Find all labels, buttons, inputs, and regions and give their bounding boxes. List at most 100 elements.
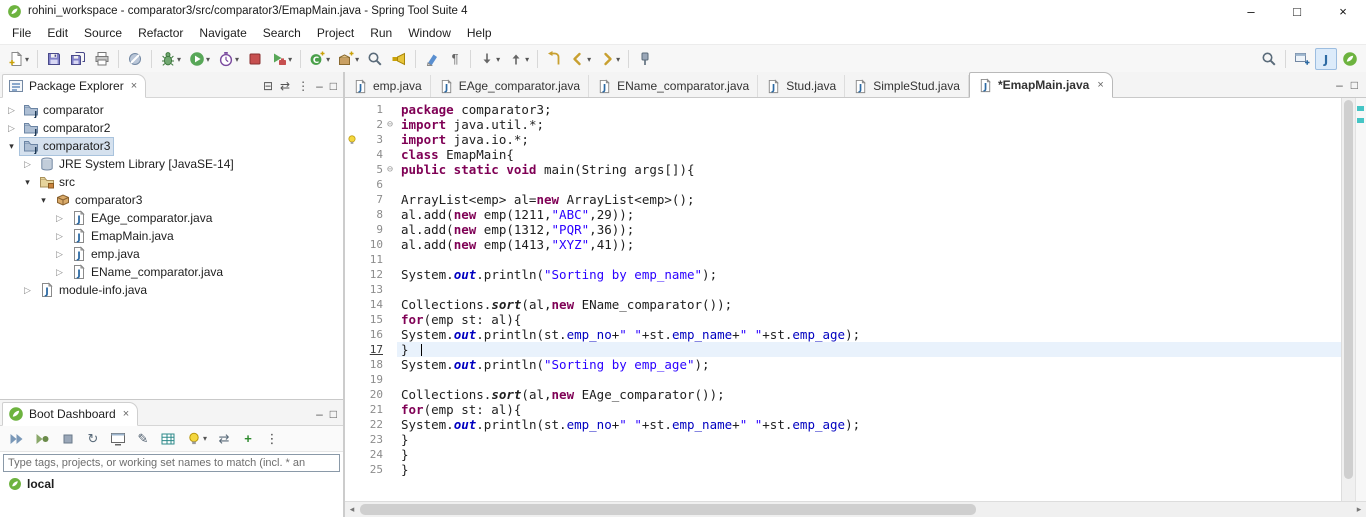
code-line-text[interactable]: System.out.println("Sorting by emp_age")… bbox=[397, 357, 1341, 372]
code-line[interactable]: 3 import java.io.*; bbox=[345, 132, 1341, 147]
bd-restart-button[interactable]: ↻ bbox=[83, 428, 103, 450]
line-number[interactable]: 5 bbox=[359, 162, 383, 177]
editor-tab-emp-java[interactable]: Jemp.java bbox=[345, 75, 431, 97]
line-number[interactable]: 24 bbox=[359, 447, 383, 462]
horizontal-scrollbar[interactable]: ◂ ▸ bbox=[345, 501, 1366, 517]
dropdown-arrow-icon[interactable]: ▾ bbox=[206, 55, 210, 64]
collapse-all-icon[interactable]: ⊟ bbox=[263, 80, 273, 92]
menu-search[interactable]: Search bbox=[255, 24, 309, 42]
horizontal-scrollbar-thumb[interactable] bbox=[360, 504, 976, 515]
code-line[interactable]: 18 System.out.println("Sorting by emp_age… bbox=[345, 357, 1341, 372]
editor-tab-simplestud-java[interactable]: J SimpleStud.java bbox=[845, 75, 969, 97]
expanded-arrow-icon[interactable]: ▾ bbox=[36, 195, 51, 206]
bd-link-button[interactable]: ⇄ bbox=[214, 428, 234, 450]
bd-view-menu-button[interactable]: ⋮ bbox=[262, 428, 282, 450]
collapsed-arrow-icon[interactable]: ▷ bbox=[52, 213, 67, 224]
run-external-tools-button[interactable]: ▾ bbox=[268, 48, 295, 70]
code-line-text[interactable]: } bbox=[397, 447, 1341, 462]
java-search-button[interactable] bbox=[388, 48, 410, 70]
collapsed-arrow-icon[interactable]: ▷ bbox=[20, 285, 35, 296]
new-java-package-button[interactable]: ▾ bbox=[335, 48, 362, 70]
new-java-class-button[interactable]: C ▾ bbox=[306, 48, 333, 70]
code-line[interactable]: 7 ArrayList<emp> al=new ArrayList<emp>(); bbox=[345, 192, 1341, 207]
line-number[interactable]: 13 bbox=[359, 282, 383, 297]
print-button[interactable] bbox=[91, 48, 113, 70]
line-number[interactable]: 10 bbox=[359, 237, 383, 252]
maximize-view-icon[interactable]: □ bbox=[330, 80, 337, 92]
boot-target-local[interactable]: local bbox=[0, 474, 343, 493]
mark-occurrences-button[interactable] bbox=[421, 48, 443, 70]
run-button[interactable]: ▾ bbox=[186, 48, 213, 70]
line-number[interactable]: 20 bbox=[359, 387, 383, 402]
bd-add-button[interactable]: + bbox=[238, 428, 258, 450]
profile-button[interactable]: ▾ bbox=[215, 48, 242, 70]
line-number[interactable]: 21 bbox=[359, 402, 383, 417]
expanded-arrow-icon[interactable]: ▾ bbox=[20, 177, 35, 188]
bd-properties-grid-button[interactable] bbox=[157, 428, 179, 450]
code-line[interactable]: 5 ⊖ public static void main(String args[])… bbox=[345, 162, 1341, 177]
tree-item-emapmain-java[interactable]: ▷ J EmapMain.java bbox=[0, 227, 343, 245]
code-line-text[interactable]: ArrayList<emp> al=new ArrayList<emp>(); bbox=[397, 192, 1341, 207]
menu-edit[interactable]: Edit bbox=[39, 24, 76, 42]
next-annotation-button[interactable]: ▾ bbox=[476, 48, 503, 70]
code-line[interactable]: 22 System.out.println(st.emp_no+" "+st.em… bbox=[345, 417, 1341, 432]
back-button[interactable]: ▾ bbox=[567, 48, 594, 70]
code-line-text[interactable]: System.out.println("Sorting by emp_name"… bbox=[397, 267, 1341, 282]
tree-item-eage-comparator-java[interactable]: ▷ J EAge_comparator.java bbox=[0, 209, 343, 227]
java-perspective-button[interactable]: J bbox=[1315, 48, 1337, 70]
line-number[interactable]: 16 bbox=[359, 327, 383, 342]
line-number[interactable]: 18 bbox=[359, 357, 383, 372]
bd-edit-config-button[interactable]: ✎ bbox=[133, 428, 153, 450]
editor-tab-stud-java[interactable]: J Stud.java bbox=[758, 75, 846, 97]
tree-item-comparator3[interactable]: ▾ Jcomparator3 bbox=[0, 136, 343, 156]
code-line[interactable]: 20 Collections.sort(al,new EAge_comparato… bbox=[345, 387, 1341, 402]
horizontal-scrollbar-track[interactable] bbox=[359, 502, 1352, 517]
line-number[interactable]: 9 bbox=[359, 222, 383, 237]
dropdown-arrow-icon[interactable]: ▾ bbox=[25, 55, 29, 64]
tree-item-jre-system-library-javase-14[interactable]: ▷ JRE System Library [JavaSE-14] bbox=[0, 155, 343, 173]
tree-item-comparator3[interactable]: ▾ comparator3 bbox=[0, 191, 343, 209]
dropdown-arrow-icon[interactable]: ▾ bbox=[203, 434, 207, 443]
bd-debug-button[interactable] bbox=[31, 428, 53, 450]
code-line[interactable]: 12 System.out.println("Sorting by emp_nam… bbox=[345, 267, 1341, 282]
dropdown-arrow-icon[interactable]: ▾ bbox=[616, 55, 620, 64]
menu-project[interactable]: Project bbox=[309, 24, 362, 42]
fold-marker-icon[interactable]: ⊖ bbox=[383, 117, 397, 132]
spring-perspective-button[interactable] bbox=[1339, 48, 1361, 70]
collapsed-arrow-icon[interactable]: ▷ bbox=[52, 231, 67, 242]
overview-annotation-mark[interactable] bbox=[1357, 118, 1364, 123]
code-line[interactable]: 17} bbox=[345, 342, 1341, 357]
maximize-window-button[interactable]: □ bbox=[1274, 0, 1320, 22]
code-line[interactable]: 21 for(emp st: al){ bbox=[345, 402, 1341, 417]
code-line-text[interactable]: System.out.println(st.emp_no+" "+st.emp_… bbox=[397, 417, 1341, 432]
code-line[interactable]: 1 package comparator3; bbox=[345, 102, 1341, 117]
collapsed-arrow-icon[interactable]: ▷ bbox=[52, 267, 67, 278]
new-wizard-button[interactable]: ▾ bbox=[5, 48, 32, 70]
debug-button[interactable]: ▾ bbox=[157, 48, 184, 70]
boot-dashboard-tab[interactable]: Boot Dashboard × bbox=[2, 402, 139, 426]
package-explorer-tab[interactable]: Package Explorer × bbox=[2, 74, 147, 98]
code-line[interactable]: 11 bbox=[345, 252, 1341, 267]
menu-run[interactable]: Run bbox=[362, 24, 400, 42]
editor-tab-emapmain-java[interactable]: J *EmapMain.java × bbox=[968, 72, 1113, 98]
line-number[interactable]: 12 bbox=[359, 267, 383, 282]
line-number[interactable]: 2 bbox=[359, 117, 383, 132]
code-line-text[interactable]: Collections.sort(al,new EName_comparator… bbox=[397, 297, 1341, 312]
code-line[interactable]: 24} bbox=[345, 447, 1341, 462]
code-line[interactable]: 6 bbox=[345, 177, 1341, 192]
code-line[interactable]: 4 class EmapMain{ bbox=[345, 147, 1341, 162]
line-number[interactable]: 17 bbox=[359, 342, 383, 357]
line-number[interactable]: 19 bbox=[359, 372, 383, 387]
last-edit-location-button[interactable] bbox=[543, 48, 565, 70]
boot-dashboard-filter-input[interactable] bbox=[3, 454, 340, 472]
link-with-editor-icon[interactable]: ⇄ bbox=[280, 80, 290, 92]
dropdown-arrow-icon[interactable]: ▾ bbox=[326, 55, 330, 64]
collapsed-arrow-icon[interactable]: ▷ bbox=[52, 249, 67, 260]
minimize-editor-icon[interactable]: – bbox=[1336, 79, 1343, 91]
code-line-text[interactable]: for(emp st: al){ bbox=[397, 312, 1341, 327]
minimize-view-icon[interactable]: – bbox=[316, 80, 323, 92]
overview-annotation-mark[interactable] bbox=[1357, 106, 1364, 111]
menu-window[interactable]: Window bbox=[400, 24, 459, 42]
line-number[interactable]: 3 bbox=[359, 132, 383, 147]
close-view-icon[interactable]: × bbox=[131, 80, 137, 92]
